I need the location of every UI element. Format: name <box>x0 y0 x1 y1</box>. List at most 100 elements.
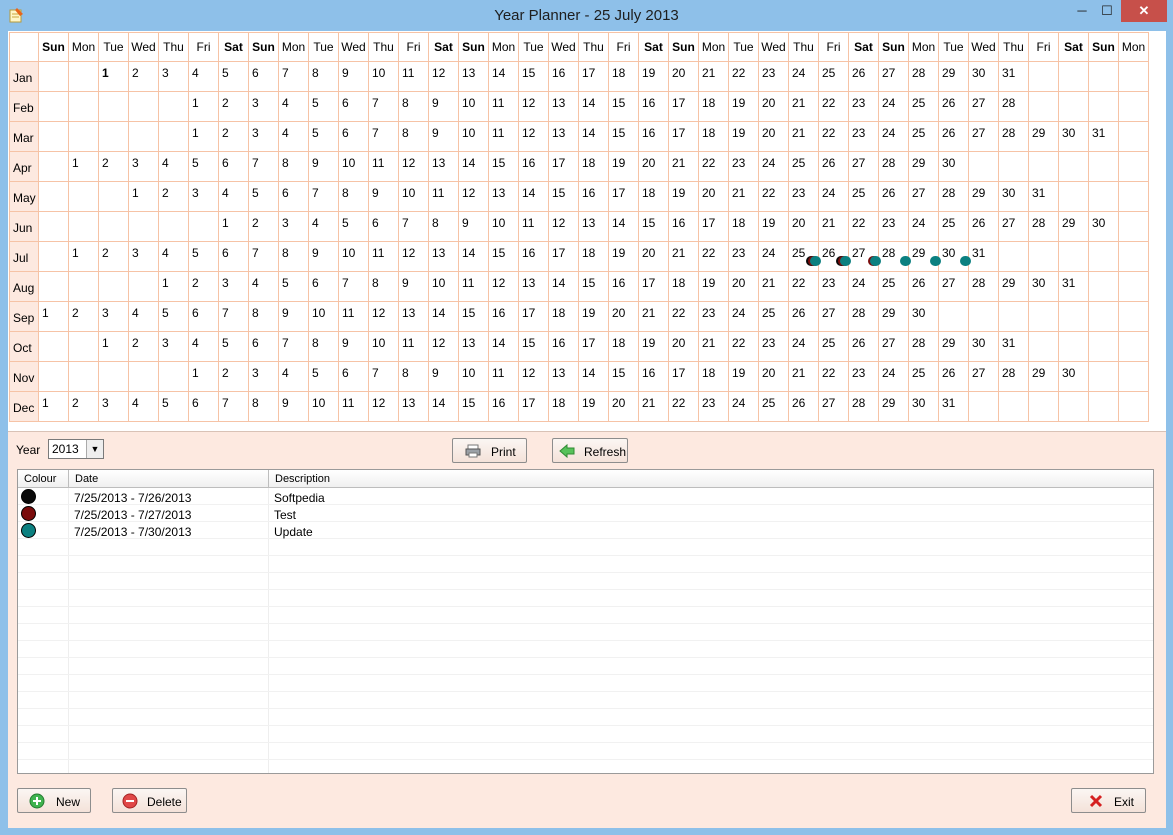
day-cell[interactable]: 2 <box>68 391 99 422</box>
day-cell[interactable]: 28 <box>998 121 1029 152</box>
day-cell[interactable]: 3 <box>158 331 189 362</box>
day-cell[interactable]: 4 <box>278 361 309 392</box>
day-cell[interactable]: 6 <box>188 301 219 332</box>
day-cell[interactable]: 31 <box>998 331 1029 362</box>
day-cell[interactable]: 17 <box>668 361 699 392</box>
day-cell[interactable]: 24 <box>878 91 909 122</box>
day-cell[interactable]: 3 <box>248 121 279 152</box>
year-calendar-grid[interactable]: Sun Mon Tue Wed Thu Fri Sat Sun Mon Tue Wed Thu Fri S… <box>9 32 1149 422</box>
day-cell[interactable]: 27 <box>968 121 999 152</box>
day-cell[interactable]: 12 <box>518 121 549 152</box>
day-cell[interactable]: 2 <box>188 271 219 302</box>
column-date[interactable]: Date <box>69 470 269 488</box>
day-cell[interactable]: 11 <box>338 301 369 332</box>
day-cell[interactable]: 27 <box>968 91 999 122</box>
print-button[interactable]: Print <box>452 438 527 463</box>
day-cell[interactable]: 13 <box>548 121 579 152</box>
day-cell[interactable]: 30 <box>968 331 999 362</box>
day-cell[interactable]: 17 <box>548 241 579 272</box>
day-cell[interactable]: 15 <box>548 181 579 212</box>
day-cell[interactable]: 1 <box>218 211 249 242</box>
day-cell[interactable]: 29 <box>908 151 939 182</box>
day-cell[interactable]: 14 <box>458 151 489 182</box>
day-cell[interactable]: 1 <box>158 271 189 302</box>
day-cell[interactable]: 24 <box>818 181 849 212</box>
day-cell[interactable]: 14 <box>488 331 519 362</box>
day-cell[interactable]: 23 <box>818 271 849 302</box>
day-cell[interactable]: 8 <box>248 391 279 422</box>
day-cell[interactable]: 9 <box>308 241 339 272</box>
day-cell[interactable]: 5 <box>248 181 279 212</box>
day-cell[interactable]: 9 <box>338 331 369 362</box>
day-cell[interactable]: 21 <box>728 181 759 212</box>
day-cell[interactable]: 12 <box>398 151 429 182</box>
day-cell[interactable]: 18 <box>698 121 729 152</box>
day-cell[interactable]: 19 <box>728 361 759 392</box>
day-cell[interactable]: 20 <box>758 361 789 392</box>
day-cell[interactable]: 16 <box>668 211 699 242</box>
day-cell[interactable]: 16 <box>488 301 519 332</box>
day-cell[interactable]: 14 <box>608 211 639 242</box>
day-cell[interactable]: 23 <box>758 61 789 92</box>
day-cell[interactable]: 17 <box>698 211 729 242</box>
day-cell[interactable]: 27 <box>938 271 969 302</box>
day-cell[interactable]: 15 <box>638 211 669 242</box>
day-cell[interactable]: 17 <box>578 331 609 362</box>
day-cell[interactable]: 30 <box>968 61 999 92</box>
day-cell[interactable]: 31 <box>1088 121 1119 152</box>
day-cell[interactable]: 17 <box>608 181 639 212</box>
day-cell[interactable]: 28 <box>878 241 909 272</box>
day-cell[interactable]: 14 <box>458 241 489 272</box>
day-cell[interactable]: 2 <box>128 61 159 92</box>
day-cell[interactable]: 26 <box>938 121 969 152</box>
day-cell[interactable]: 18 <box>728 211 759 242</box>
day-cell[interactable]: 5 <box>218 61 249 92</box>
day-cell[interactable]: 27 <box>878 331 909 362</box>
column-description[interactable]: Description <box>269 470 1153 488</box>
day-cell[interactable]: 7 <box>278 61 309 92</box>
day-cell[interactable]: 20 <box>698 181 729 212</box>
day-cell[interactable]: 19 <box>608 241 639 272</box>
day-cell[interactable]: 22 <box>698 151 729 182</box>
day-cell[interactable]: 21 <box>788 91 819 122</box>
day-cell[interactable]: 16 <box>518 151 549 182</box>
day-cell[interactable]: 1 <box>188 91 219 122</box>
day-cell[interactable]: 7 <box>308 181 339 212</box>
day-cell[interactable]: 10 <box>338 151 369 182</box>
day-cell[interactable]: 9 <box>278 301 309 332</box>
day-cell[interactable]: 26 <box>968 211 999 242</box>
day-cell[interactable]: 28 <box>968 271 999 302</box>
day-cell[interactable]: 13 <box>458 61 489 92</box>
day-cell[interactable]: 15 <box>608 91 639 122</box>
day-cell[interactable]: 4 <box>248 271 279 302</box>
day-cell[interactable]: 7 <box>248 151 279 182</box>
day-cell[interactable]: 3 <box>218 271 249 302</box>
day-cell[interactable]: 5 <box>158 301 189 332</box>
day-cell[interactable]: 5 <box>188 151 219 182</box>
day-cell[interactable]: 14 <box>428 391 459 422</box>
day-cell[interactable]: 28 <box>998 91 1029 122</box>
day-cell[interactable]: 8 <box>368 271 399 302</box>
day-cell[interactable]: 2 <box>98 151 129 182</box>
day-cell[interactable]: 7 <box>398 211 429 242</box>
day-cell[interactable]: 9 <box>338 61 369 92</box>
day-cell[interactable]: 26 <box>848 331 879 362</box>
day-cell[interactable]: 9 <box>428 91 459 122</box>
day-cell[interactable]: 15 <box>608 121 639 152</box>
day-cell[interactable]: 26 <box>938 91 969 122</box>
day-cell[interactable]: 31 <box>938 391 969 422</box>
day-cell[interactable]: 13 <box>428 241 459 272</box>
list-item[interactable]: 7/25/2013 - 7/27/2013 Test <box>18 505 1153 522</box>
day-cell[interactable]: 19 <box>758 211 789 242</box>
day-cell[interactable]: 3 <box>98 391 129 422</box>
day-cell[interactable]: 5 <box>308 361 339 392</box>
day-cell[interactable]: 30 <box>938 151 969 182</box>
day-cell[interactable]: 4 <box>128 301 159 332</box>
day-cell[interactable]: 19 <box>668 181 699 212</box>
day-cell[interactable]: 30 <box>1058 361 1089 392</box>
day-cell[interactable]: 8 <box>278 151 309 182</box>
day-cell[interactable]: 31 <box>968 241 999 272</box>
day-cell[interactable]: 17 <box>668 91 699 122</box>
day-cell[interactable]: 24 <box>878 121 909 152</box>
day-cell[interactable]: 10 <box>368 331 399 362</box>
